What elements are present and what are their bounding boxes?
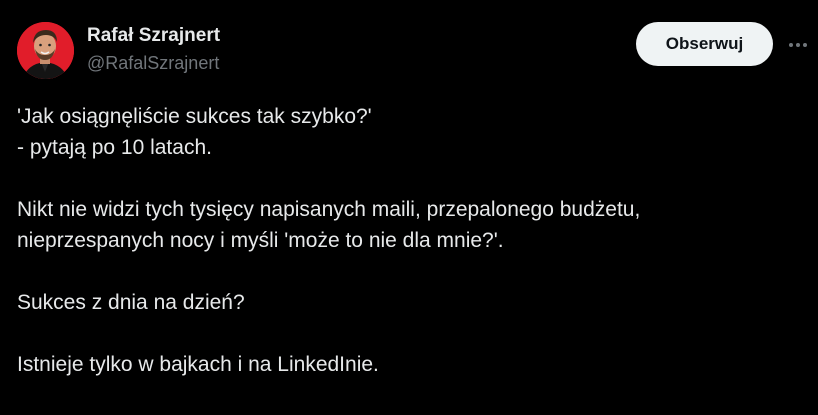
tweet-line: Istnieje tylko w bajkach i na LinkedInie… bbox=[17, 353, 379, 376]
avatar-image bbox=[17, 22, 74, 79]
tweet-line: - pytają po 10 latach. bbox=[17, 136, 212, 159]
tweet-text: 'Jak osiągnęliście sukces tak szybko?' -… bbox=[17, 101, 807, 380]
tweet-line: Sukces z dnia na dzień? bbox=[17, 291, 245, 314]
author-handle[interactable]: @RafalSzrajnert bbox=[87, 51, 220, 75]
tweet-line: nieprzespanych nocy i myśli 'może to nie… bbox=[17, 229, 504, 252]
tweet-line: Nikt nie widzi tych tysięcy napisanych m… bbox=[17, 198, 641, 221]
author-display-name[interactable]: Rafał Szrajnert bbox=[87, 24, 220, 48]
more-horizontal-icon bbox=[789, 43, 807, 47]
follow-button[interactable]: Obserwuj bbox=[636, 22, 773, 66]
author-info: Rafał Szrajnert @RafalSzrajnert bbox=[87, 24, 220, 75]
tweet-card: Rafał Szrajnert @RafalSzrajnert Obserwuj… bbox=[0, 0, 818, 415]
tweet-header: Rafał Szrajnert @RafalSzrajnert Obserwuj bbox=[17, 22, 807, 80]
more-options-button[interactable] bbox=[785, 32, 811, 58]
tweet-line: 'Jak osiągnęliście sukces tak szybko?' bbox=[17, 105, 372, 128]
avatar[interactable] bbox=[17, 22, 74, 79]
